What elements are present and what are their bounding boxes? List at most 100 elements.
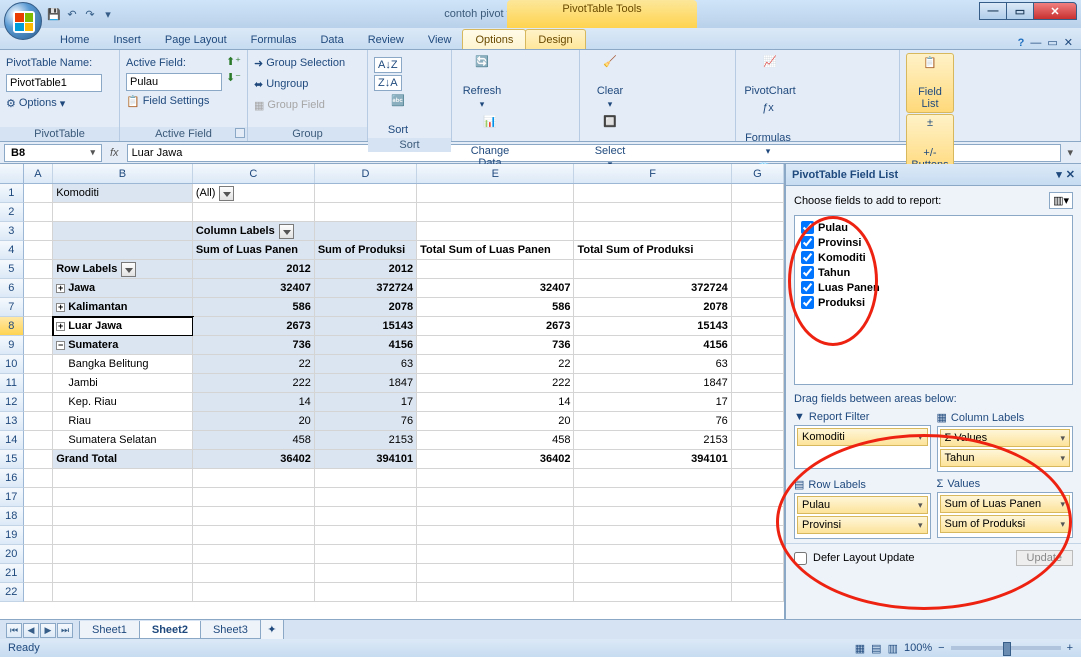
zoom-slider[interactable] <box>951 646 1061 650</box>
cell[interactable]: 36402 <box>417 450 574 469</box>
row-header-14[interactable]: 14 <box>0 431 24 450</box>
ribbon-minimize-icon[interactable]: — <box>1030 37 1041 49</box>
cell[interactable] <box>193 203 315 222</box>
cell[interactable]: 22 <box>193 355 315 374</box>
cell[interactable]: 17 <box>315 393 417 412</box>
tab-options[interactable]: Options <box>462 29 526 49</box>
col-header-B[interactable]: B <box>53 164 193 183</box>
cell[interactable]: 586 <box>193 298 315 317</box>
cell[interactable]: Kep. Riau <box>53 393 193 412</box>
expand-icon[interactable]: + <box>56 303 65 312</box>
minimize-button[interactable]: — <box>979 2 1007 20</box>
cell[interactable] <box>24 279 54 298</box>
cell[interactable]: 394101 <box>315 450 417 469</box>
cell[interactable]: 14 <box>193 393 315 412</box>
name-box[interactable]: B8▾ <box>4 144 102 162</box>
sheet-nav-first-icon[interactable]: ⏮ <box>6 623 22 638</box>
zoom-level[interactable]: 100% <box>904 642 932 654</box>
cell[interactable]: Bangka Belitung <box>53 355 193 374</box>
field-checkbox-tahun[interactable]: Tahun <box>799 265 1068 280</box>
sort-desc-icon[interactable]: Z↓A <box>374 75 402 91</box>
sort-asc-icon[interactable]: A↓Z <box>374 57 402 73</box>
tab-design[interactable]: Design <box>525 29 585 49</box>
active-field-input[interactable] <box>126 73 222 91</box>
cell[interactable]: +Luar Jawa <box>53 317 193 336</box>
area-pill[interactable]: Sum of Luas Panen <box>940 495 1071 513</box>
tab-home[interactable]: Home <box>48 30 101 49</box>
cell[interactable] <box>24 564 54 583</box>
cell[interactable]: 32407 <box>417 279 574 298</box>
undo-icon[interactable]: ↶ <box>64 6 80 22</box>
field-checkbox-produksi[interactable]: Produksi <box>799 295 1068 310</box>
cell[interactable] <box>24 355 54 374</box>
cell[interactable]: 372724 <box>574 279 731 298</box>
column-labels-box[interactable]: Σ ValuesTahun <box>937 426 1074 472</box>
formulas-button[interactable]: ƒxFormulas▾ <box>742 100 794 159</box>
cell[interactable] <box>193 469 315 488</box>
cell[interactable] <box>574 488 731 507</box>
row-header-10[interactable]: 10 <box>0 355 24 374</box>
row-header-7[interactable]: 7 <box>0 298 24 317</box>
cell[interactable] <box>53 545 193 564</box>
cell[interactable] <box>315 583 417 602</box>
area-pill[interactable]: Komoditi <box>797 428 928 446</box>
cell[interactable] <box>417 507 574 526</box>
cell[interactable] <box>574 203 731 222</box>
cell[interactable] <box>315 564 417 583</box>
cell[interactable] <box>24 184 54 203</box>
cell[interactable] <box>193 507 315 526</box>
cell[interactable] <box>574 583 731 602</box>
field-list-button[interactable]: 📋Field List <box>906 53 954 113</box>
field-list-layout-icon[interactable]: ▥▾ <box>1049 192 1073 209</box>
zoom-out-icon[interactable]: − <box>938 642 944 654</box>
cell[interactable]: 2153 <box>315 431 417 450</box>
cell[interactable] <box>24 412 54 431</box>
area-pill[interactable]: Sum of Produksi <box>940 515 1071 533</box>
redo-icon[interactable]: ↷ <box>82 6 98 22</box>
cell[interactable]: 2012 <box>193 260 315 279</box>
cell[interactable] <box>574 469 731 488</box>
cell[interactable]: 2673 <box>193 317 315 336</box>
area-pill[interactable]: Tahun <box>940 449 1071 467</box>
cell[interactable]: 63 <box>574 355 731 374</box>
cell[interactable]: 63 <box>315 355 417 374</box>
row-header-4[interactable]: 4 <box>0 241 24 260</box>
cell[interactable] <box>417 203 574 222</box>
sheet-nav-next-icon[interactable]: ▶ <box>40 623 56 638</box>
field-checkbox-provinsi[interactable]: Provinsi <box>799 235 1068 250</box>
cell[interactable]: 15143 <box>574 317 731 336</box>
collapse-field-icon[interactable]: ⬇⁻ <box>226 71 241 84</box>
field-list-dropdown-icon[interactable]: ▾ <box>1056 168 1062 181</box>
cell[interactable] <box>53 564 193 583</box>
ungroup-button[interactable]: ⬌ Ungroup <box>254 74 361 94</box>
cell[interactable] <box>24 545 54 564</box>
cell[interactable]: 372724 <box>315 279 417 298</box>
cell[interactable]: 20 <box>193 412 315 431</box>
cell[interactable]: 394101 <box>574 450 731 469</box>
cell[interactable]: 76 <box>574 412 731 431</box>
row-header-18[interactable]: 18 <box>0 507 24 526</box>
cell[interactable]: +Kalimantan <box>53 298 193 317</box>
cell[interactable]: 2078 <box>315 298 417 317</box>
cell[interactable] <box>24 260 54 279</box>
row-header-15[interactable]: 15 <box>0 450 24 469</box>
cell[interactable] <box>574 222 731 241</box>
cell[interactable] <box>24 336 54 355</box>
row-header-16[interactable]: 16 <box>0 469 24 488</box>
row-header-20[interactable]: 20 <box>0 545 24 564</box>
cell[interactable] <box>193 488 315 507</box>
row-header-1[interactable]: 1 <box>0 184 24 203</box>
view-page-break-icon[interactable]: ▥ <box>888 642 898 655</box>
cell[interactable]: Sum of Produksi <box>315 241 417 260</box>
row-header-11[interactable]: 11 <box>0 374 24 393</box>
cell[interactable] <box>53 469 193 488</box>
col-header-G[interactable]: G <box>732 164 784 183</box>
row-header-8[interactable]: 8 <box>0 317 24 336</box>
cell[interactable] <box>24 374 54 393</box>
pivottable-options-button[interactable]: ⚙ Options ▾ <box>6 93 113 113</box>
sort-button[interactable]: 🔤Sort <box>374 92 422 138</box>
cell[interactable]: 1847 <box>315 374 417 393</box>
sheet-tab-sheet1[interactable]: Sheet1 <box>79 621 140 639</box>
cell[interactable] <box>315 203 417 222</box>
cell[interactable]: 4156 <box>574 336 731 355</box>
